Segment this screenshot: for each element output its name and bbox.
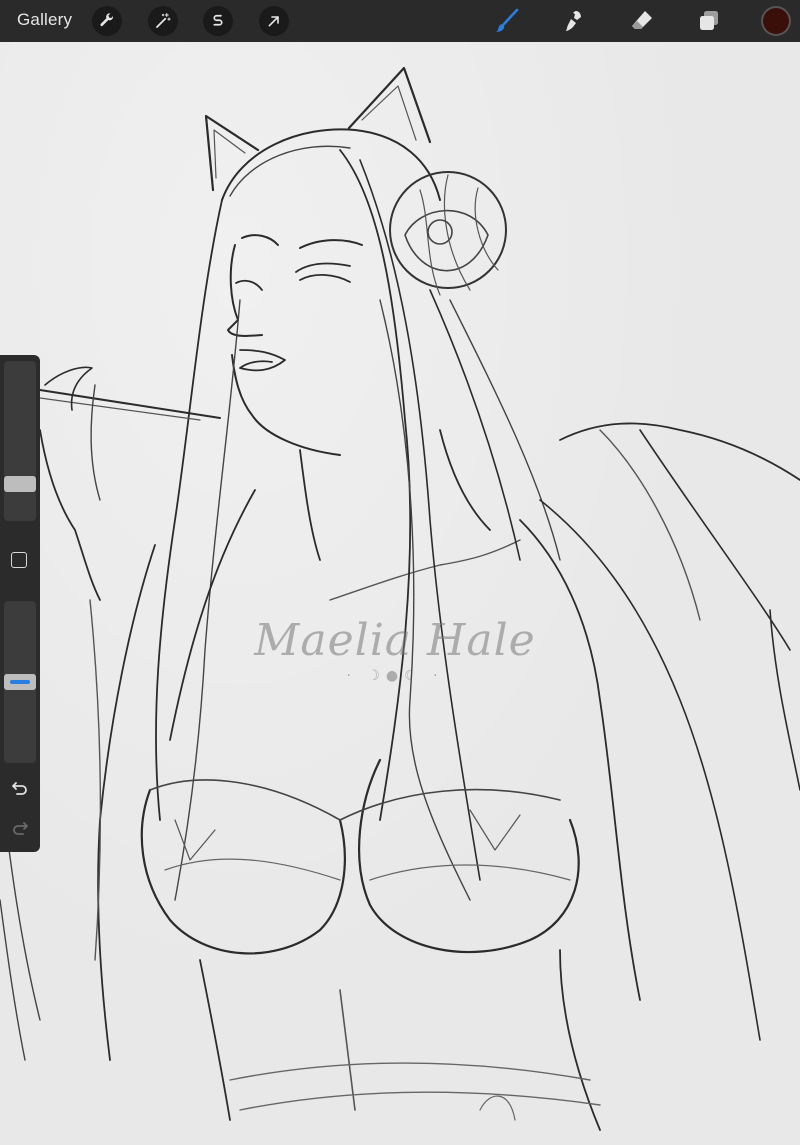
magic-wand-icon <box>156 12 171 28</box>
brush-size-thumb[interactable] <box>4 476 36 493</box>
brush-icon <box>496 8 519 32</box>
artist-watermark: Maelia Hale · ☽●☾ · <box>230 615 560 684</box>
drawing-canvas[interactable]: Maelia Hale · ☽●☾ · <box>0 42 800 1145</box>
eraser-icon <box>632 11 652 29</box>
adjustments-button[interactable] <box>148 6 178 36</box>
watermark-ornament: · ☽●☾ · <box>346 668 444 684</box>
selection-s-icon <box>213 14 223 26</box>
modify-square-icon[interactable] <box>11 552 27 568</box>
transform-button[interactable] <box>259 6 289 36</box>
color-picker-button[interactable] <box>761 6 791 36</box>
brush-tool-button[interactable] <box>491 5 523 37</box>
actions-button[interactable] <box>92 6 122 36</box>
transform-arrow-icon <box>268 16 279 27</box>
watermark-name: Maelia Hale <box>254 615 536 666</box>
left-sidebar <box>0 355 40 852</box>
wrench-icon <box>100 13 114 27</box>
gallery-button[interactable]: Gallery <box>17 10 72 30</box>
selection-button[interactable] <box>203 6 233 36</box>
procreate-app: Gallery Maelia Hale · ☽●☾ · <box>0 0 800 1145</box>
undo-icon <box>12 782 27 795</box>
undo-button[interactable] <box>8 778 32 798</box>
layers-icon <box>700 11 718 30</box>
layers-button[interactable] <box>693 5 725 37</box>
redo-button[interactable] <box>8 818 32 838</box>
sketch-artwork <box>0 66 800 1131</box>
redo-icon <box>13 822 28 835</box>
top-toolbar: Gallery <box>0 0 800 42</box>
smudge-tool-button[interactable] <box>559 5 591 37</box>
brush-size-slider[interactable] <box>4 361 36 521</box>
smudge-icon <box>566 11 581 31</box>
eraser-tool-button[interactable] <box>626 5 658 37</box>
brush-opacity-thumb[interactable] <box>4 674 36 690</box>
